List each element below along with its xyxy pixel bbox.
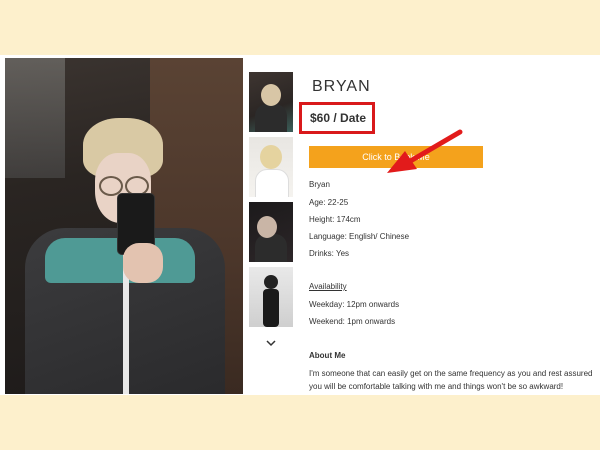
thumbnail-photo-4[interactable] [249, 267, 293, 327]
detail-name: Bryan [309, 180, 330, 189]
chevron-down-icon[interactable] [264, 336, 278, 350]
thumbnail-photo-1[interactable] [249, 72, 293, 132]
thumbnail-photo-2[interactable] [249, 137, 293, 197]
profile-name: BRYAN [312, 78, 371, 95]
availability-weekday: Weekday: 12pm onwards [309, 300, 400, 309]
availability-heading[interactable]: Availability [309, 282, 347, 291]
red-arrow-icon [387, 129, 463, 173]
detail-drinks: Drinks: Yes [309, 249, 350, 258]
thumbnail-gallery [249, 72, 293, 332]
availability-weekend: Weekend: 1pm onwards [309, 317, 396, 326]
detail-height: Height: 174cm [309, 215, 361, 224]
price-label: $60 / Date [310, 111, 367, 125]
profile-page: BRYAN $60 / Date Click to Book Me Bryan … [0, 55, 600, 395]
about-heading: About Me [309, 351, 346, 360]
main-profile-photo[interactable] [5, 58, 243, 394]
detail-language: Language: English/ Chinese [309, 232, 410, 241]
thumbnail-photo-3[interactable] [249, 202, 293, 262]
detail-age: Age: 22-25 [309, 198, 349, 207]
about-text: I'm someone that can easily get on the s… [309, 369, 593, 391]
